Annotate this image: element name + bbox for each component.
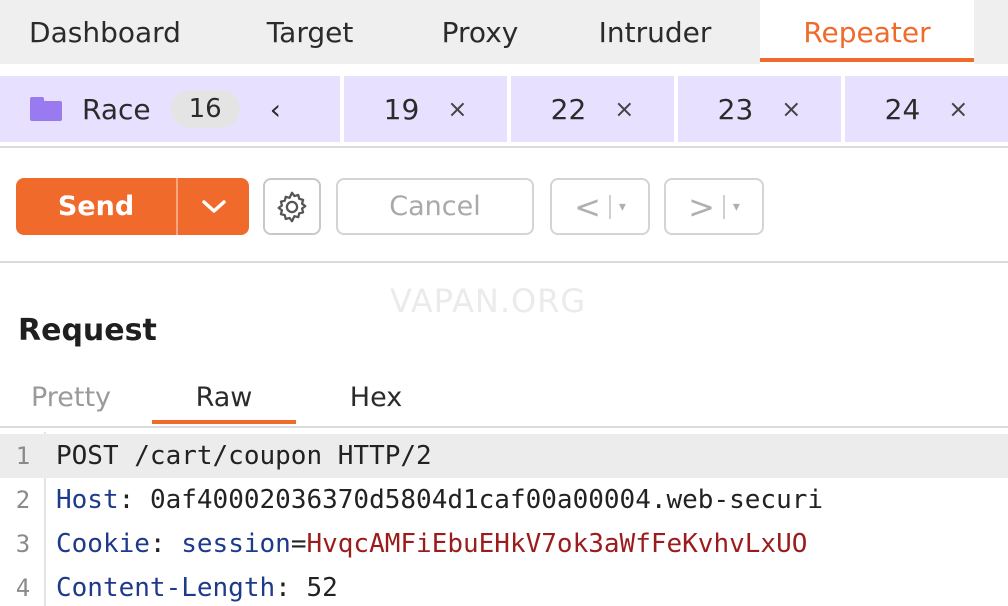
header-value: 52 bbox=[306, 573, 338, 603]
tab-repeater[interactable]: Repeater bbox=[760, 0, 974, 64]
repeater-tab-label: 22 bbox=[550, 92, 587, 126]
caret-down-icon[interactable]: ▾ bbox=[733, 199, 740, 215]
header-line: Content-Length: 52 bbox=[46, 573, 338, 603]
editor-line[interactable]: 4 Content-Length: 52 bbox=[0, 566, 1008, 606]
tab-raw[interactable]: Raw bbox=[152, 370, 296, 424]
repeater-tab-23[interactable]: 23 × bbox=[678, 76, 842, 142]
header-value: 0af40002036370d5804d1caf00a00004.web-sec… bbox=[149, 485, 824, 515]
header-separator: : bbox=[118, 485, 150, 515]
divider bbox=[0, 146, 1008, 148]
tab-target[interactable]: Target bbox=[210, 0, 410, 64]
tab-group-name: Race bbox=[82, 92, 151, 126]
line-number: 4 bbox=[15, 574, 31, 602]
repeater-tab-22[interactable]: 22 × bbox=[511, 76, 675, 142]
header-name: Content-Length bbox=[56, 573, 276, 603]
folder-icon bbox=[30, 97, 62, 121]
repeater-tab-label: 24 bbox=[884, 92, 921, 126]
header-separator: : bbox=[149, 529, 182, 559]
tab-proxy[interactable]: Proxy bbox=[410, 0, 550, 64]
editor-line[interactable]: 2 Host: 0af40002036370d5804d1caf00a00004… bbox=[0, 478, 1008, 522]
editor-line[interactable]: 1 POST /cart/coupon HTTP/2 bbox=[0, 434, 1008, 478]
watermark: VAPAN.ORG bbox=[390, 282, 587, 320]
repeater-tab-label: 19 bbox=[383, 92, 420, 126]
header-name: Cookie bbox=[56, 529, 150, 559]
repeater-tab-label: 23 bbox=[717, 92, 754, 126]
line-number: 1 bbox=[15, 442, 31, 470]
gear-icon bbox=[277, 191, 307, 222]
line-number: 3 bbox=[15, 530, 31, 558]
repeater-tab-bar: Race 16 ‹ 19 × 22 × 23 × 24 × bbox=[0, 76, 1008, 142]
header-separator: : bbox=[275, 573, 307, 603]
main-tab-bar: Dashboard Target Proxy Intruder Repeater bbox=[0, 0, 1008, 64]
tab-hex[interactable]: Hex bbox=[306, 370, 446, 424]
tab-bar-spacer bbox=[0, 64, 1008, 76]
line-number: 2 bbox=[15, 486, 31, 514]
header-line: Host: 0af40002036370d5804d1caf00a00004.w… bbox=[46, 485, 823, 515]
cancel-button[interactable]: Cancel bbox=[336, 178, 534, 235]
chevron-left-icon[interactable]: ‹ bbox=[270, 93, 281, 126]
send-button-group: Send bbox=[16, 178, 249, 235]
close-icon[interactable]: × bbox=[614, 95, 634, 123]
tab-pretty[interactable]: Pretty bbox=[0, 370, 142, 424]
divider bbox=[0, 261, 1008, 263]
request-toolbar: Send Cancel < ▾ > ▾ bbox=[0, 168, 1008, 244]
chevron-left-icon: < bbox=[574, 187, 601, 226]
history-back-button[interactable]: < ▾ bbox=[550, 178, 650, 235]
tab-intruder[interactable]: Intruder bbox=[550, 0, 760, 64]
divider bbox=[608, 194, 611, 219]
tab-group-count-badge: 16 bbox=[170, 90, 240, 128]
send-button[interactable]: Send bbox=[16, 178, 176, 235]
close-icon[interactable]: × bbox=[781, 95, 801, 123]
editor-line[interactable]: 3 Cookie: session=HvqcAMFiEbuEHkV7ok3aWf… bbox=[0, 522, 1008, 566]
request-view-tabs: Pretty Raw Hex bbox=[0, 370, 446, 424]
settings-button[interactable] bbox=[263, 178, 321, 235]
chevron-down-icon bbox=[201, 199, 226, 213]
repeater-tab-19[interactable]: 19 × bbox=[344, 76, 508, 142]
header-line: Cookie: session=HvqcAMFiEbuEHkV7ok3aWfFe… bbox=[46, 529, 807, 559]
chevron-right-icon: > bbox=[688, 187, 715, 226]
cookie-name: session bbox=[181, 529, 291, 559]
caret-down-icon[interactable]: ▾ bbox=[619, 199, 626, 215]
cookie-value: HvqcAMFiEbuEHkV7ok3aWfFeKvhvLxUO bbox=[306, 529, 808, 559]
close-icon[interactable]: × bbox=[948, 95, 968, 123]
tab-dashboard[interactable]: Dashboard bbox=[0, 0, 210, 64]
request-line: POST /cart/coupon HTTP/2 bbox=[56, 441, 432, 471]
request-panel-title: Request bbox=[18, 313, 157, 348]
send-options-button[interactable] bbox=[178, 178, 249, 235]
close-icon[interactable]: × bbox=[447, 95, 467, 123]
request-editor[interactable]: 1 POST /cart/coupon HTTP/2 2 Host: 0af40… bbox=[0, 432, 1008, 606]
divider bbox=[722, 194, 725, 219]
divider bbox=[0, 426, 1008, 428]
repeater-tab-24[interactable]: 24 × bbox=[845, 76, 1008, 142]
tab-group-race[interactable]: Race 16 ‹ bbox=[0, 76, 341, 142]
history-forward-button[interactable]: > ▾ bbox=[664, 178, 764, 235]
header-name: Host bbox=[56, 485, 119, 515]
cookie-equals: = bbox=[290, 529, 307, 559]
